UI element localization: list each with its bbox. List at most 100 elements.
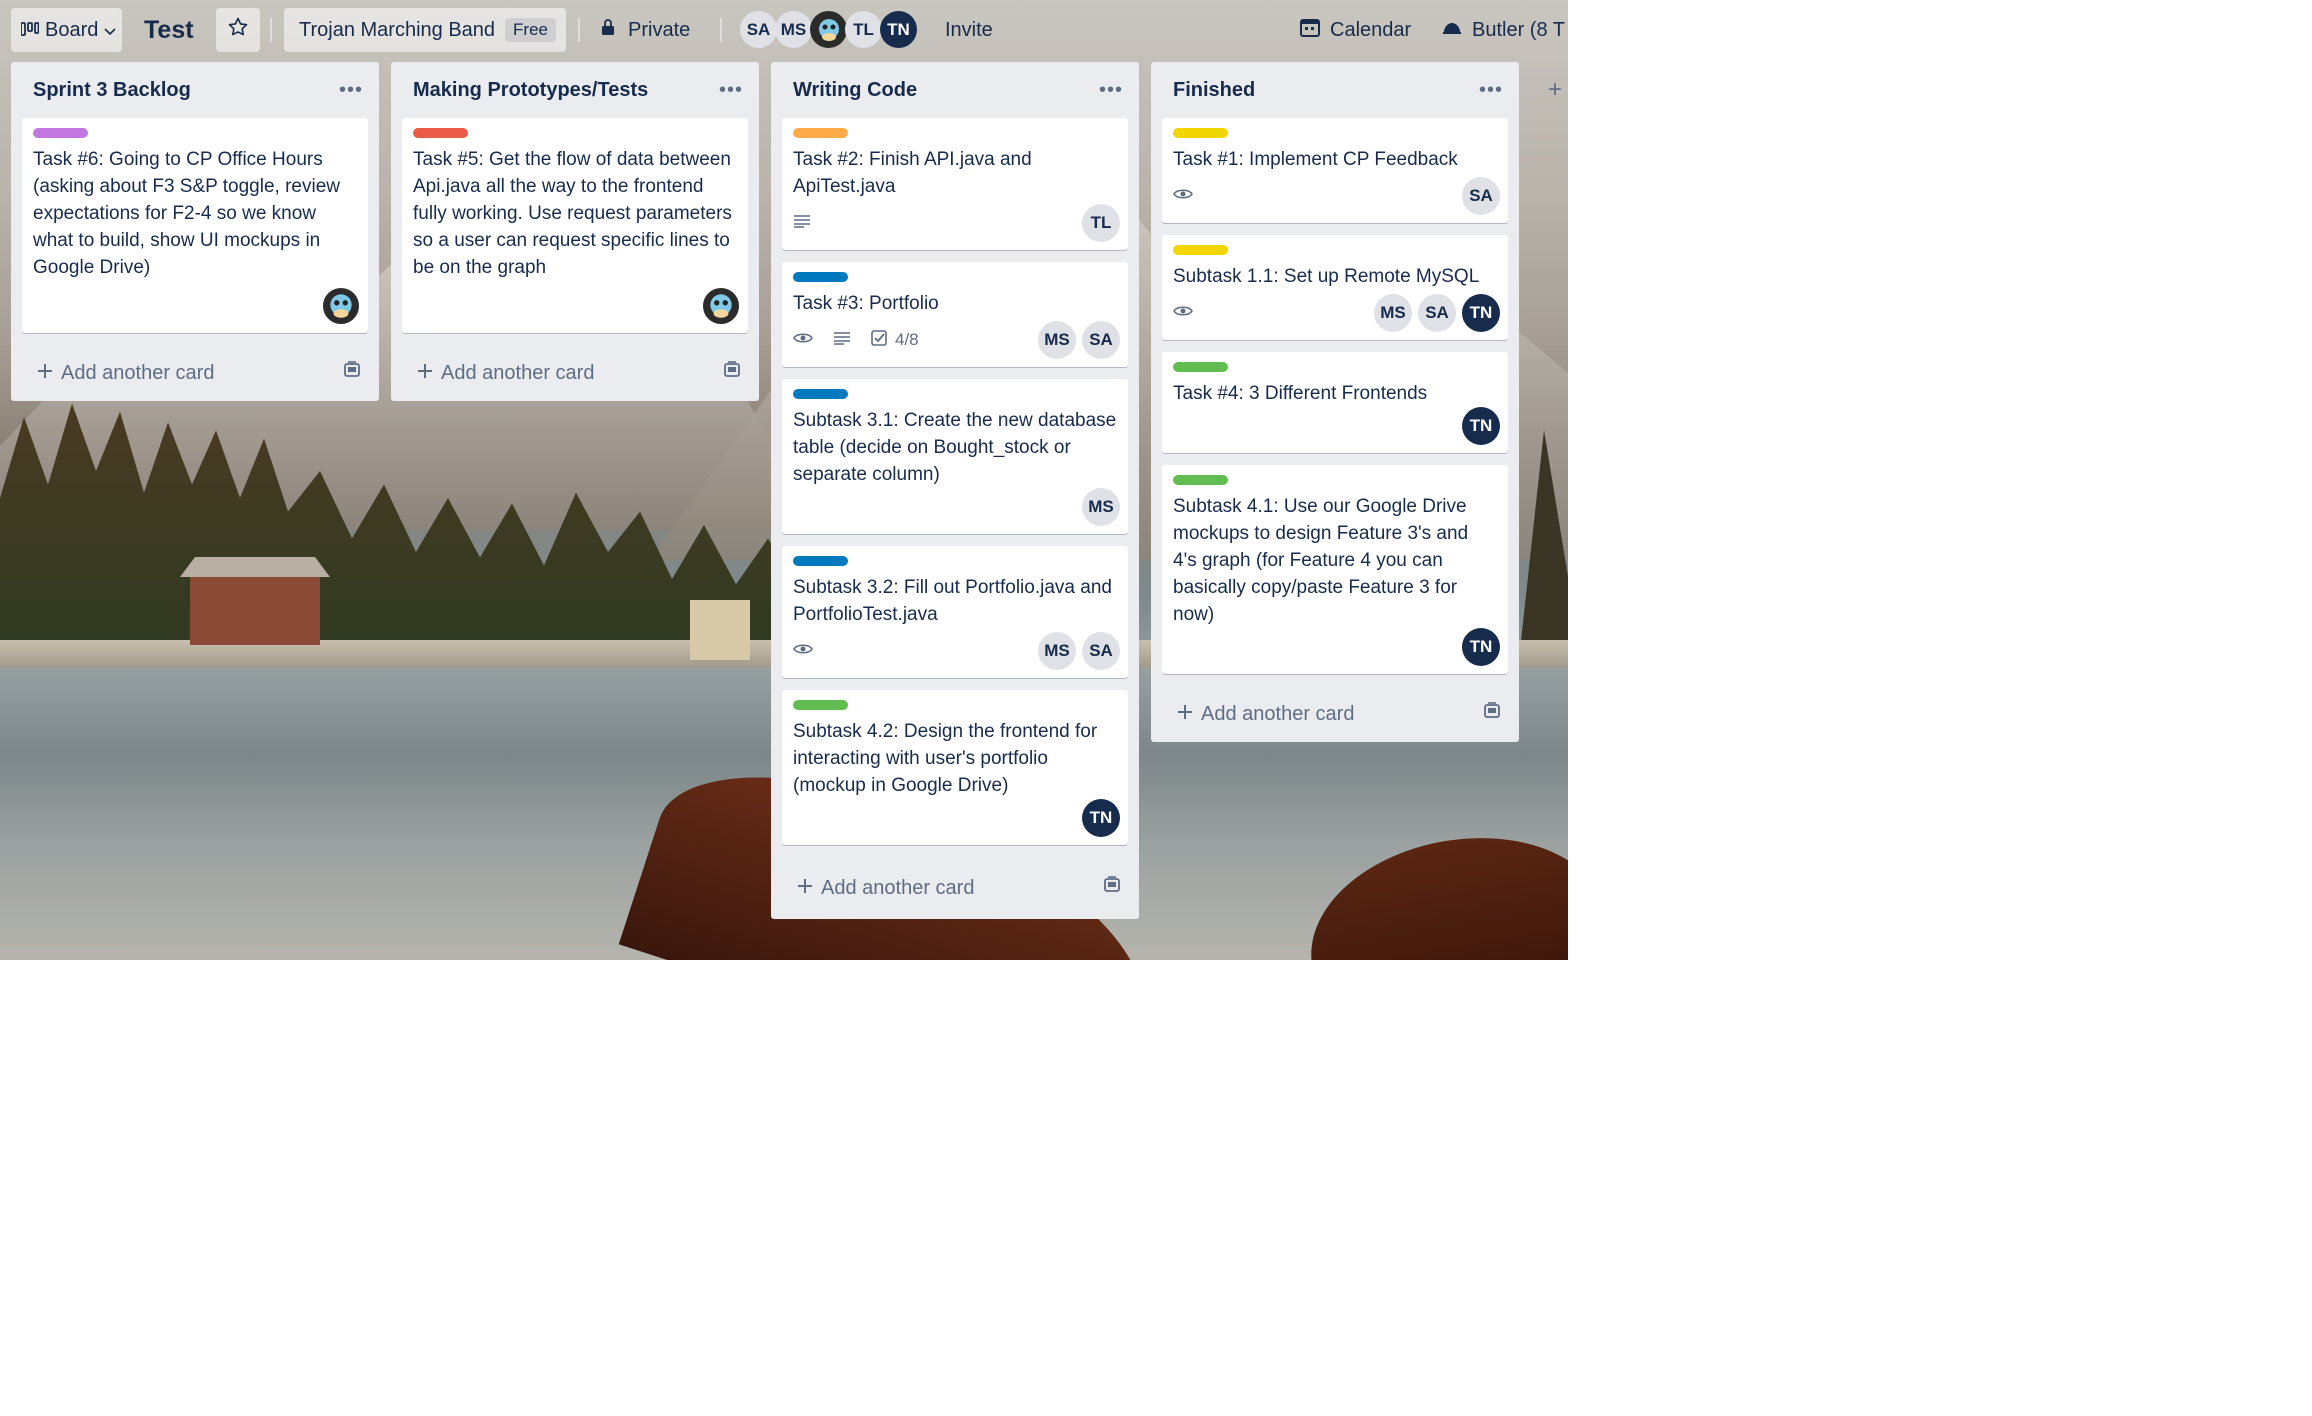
- card-title: Task #6: Going to CP Office Hours (askin…: [33, 149, 340, 278]
- add-card-button[interactable]: Add another card: [37, 362, 214, 385]
- template-icon[interactable]: [1103, 876, 1121, 900]
- lock-icon: [600, 18, 616, 42]
- list-title[interactable]: Making Prototypes/Tests: [413, 79, 648, 102]
- add-card-button[interactable]: Add another card: [417, 362, 594, 385]
- member-avatar[interactable]: MS: [1374, 294, 1412, 332]
- add-card-label: Add another card: [821, 876, 975, 899]
- calendar-powerup-button[interactable]: Calendar: [1300, 8, 1411, 52]
- card-title: Subtask 4.2: Design the frontend for int…: [793, 721, 1098, 796]
- card[interactable]: Task #6: Going to CP Office Hours (askin…: [22, 118, 368, 333]
- card[interactable]: Task #2: Finish API.java and ApiTest.jav…: [782, 118, 1128, 250]
- team-button[interactable]: Trojan Marching Band Free: [284, 8, 566, 52]
- card-label: [1173, 245, 1228, 255]
- plan-badge: Free: [505, 18, 556, 42]
- member-avatar-image[interactable]: [702, 287, 740, 325]
- member-avatar[interactable]: TN: [1462, 628, 1500, 666]
- checklist-badge: 4/8: [871, 329, 919, 351]
- card-title: Subtask 4.1: Use our Google Drive mockup…: [1173, 496, 1469, 625]
- card-label: [793, 556, 848, 566]
- member-avatar[interactable]: TN: [1082, 799, 1120, 837]
- card-title: Task #4: 3 Different Frontends: [1173, 383, 1428, 404]
- plus-icon: [37, 362, 53, 385]
- list-title[interactable]: Writing Code: [793, 79, 917, 102]
- card[interactable]: Subtask 3.1: Create the new database tab…: [782, 379, 1128, 534]
- card-label: [1173, 362, 1228, 372]
- member-avatar[interactable]: MS: [1082, 488, 1120, 526]
- star-board-button[interactable]: [216, 8, 260, 52]
- card-label: [1173, 128, 1228, 138]
- template-icon[interactable]: [1483, 702, 1501, 726]
- header-divider: [270, 18, 272, 42]
- member-avatar[interactable]: SA: [1082, 321, 1120, 359]
- board-title[interactable]: Test: [144, 8, 194, 52]
- card[interactable]: Task #1: Implement CP Feedback SA: [1162, 118, 1508, 223]
- card-title: Task #1: Implement CP Feedback: [1173, 149, 1458, 170]
- member-avatar-image[interactable]: [322, 287, 360, 325]
- board-header: Board Test Trojan Marching Band Free Pri…: [0, 0, 1568, 60]
- list-title[interactable]: Finished: [1173, 79, 1255, 102]
- card[interactable]: Task #5: Get the flow of data between Ap…: [402, 118, 748, 333]
- template-icon[interactable]: [723, 361, 741, 385]
- card[interactable]: Subtask 1.1: Set up Remote MySQL MS SA T…: [1162, 235, 1508, 340]
- member-avatar[interactable]: TN: [1462, 294, 1500, 332]
- list-title[interactable]: Sprint 3 Backlog: [33, 79, 191, 102]
- card-label: [33, 128, 88, 138]
- card-title: Subtask 3.1: Create the new database tab…: [793, 410, 1117, 485]
- board-view-switcher[interactable]: Board: [11, 8, 122, 52]
- card-title: Subtask 1.1: Set up Remote MySQL: [1173, 266, 1480, 287]
- eye-icon: [1173, 186, 1193, 206]
- card[interactable]: Task #4: 3 Different Frontends TN: [1162, 352, 1508, 453]
- butler-button[interactable]: Butler (8 T: [1442, 8, 1565, 52]
- header-divider: [720, 18, 722, 42]
- visibility-button[interactable]: Private: [600, 8, 690, 52]
- member-avatar[interactable]: SA: [1418, 294, 1456, 332]
- member-avatar-image[interactable]: [810, 11, 847, 48]
- board-view-label: Board: [45, 18, 99, 41]
- member-avatar[interactable]: TL: [845, 11, 882, 48]
- card[interactable]: Task #3: Portfolio 4/8 MS SA: [782, 262, 1128, 367]
- member-avatar[interactable]: MS: [1038, 321, 1076, 359]
- template-icon[interactable]: [343, 361, 361, 385]
- eye-icon: [1173, 303, 1193, 323]
- add-card-button[interactable]: Add another card: [797, 877, 974, 900]
- member-avatar[interactable]: TN: [1462, 407, 1500, 445]
- description-icon: [793, 213, 811, 233]
- star-icon: [228, 17, 248, 43]
- add-card-button[interactable]: Add another card: [1177, 703, 1354, 726]
- member-avatar[interactable]: MS: [775, 11, 812, 48]
- add-card-label: Add another card: [441, 361, 595, 384]
- card-title: Subtask 3.2: Fill out Portfolio.java and…: [793, 577, 1112, 625]
- member-avatar[interactable]: TL: [1082, 204, 1120, 242]
- checkbox-icon: [871, 329, 887, 351]
- card-title: Task #5: Get the flow of data between Ap…: [413, 149, 732, 278]
- member-avatar[interactable]: SA: [1462, 177, 1500, 215]
- list-finished: Finished ••• Task #1: Implement CP Feedb…: [1151, 62, 1519, 742]
- member-avatar[interactable]: TN: [880, 11, 917, 48]
- card-label: [793, 389, 848, 399]
- card[interactable]: Subtask 4.2: Design the frontend for int…: [782, 690, 1128, 845]
- list-making-prototypes-tests: Making Prototypes/Tests ••• Task #5: Get…: [391, 62, 759, 401]
- tower-building: [690, 600, 750, 660]
- add-card-label: Add another card: [61, 361, 215, 384]
- member-avatar[interactable]: SA: [1082, 632, 1120, 670]
- card[interactable]: Subtask 4.1: Use our Google Drive mockup…: [1162, 465, 1508, 674]
- more-icon[interactable]: •••: [719, 79, 743, 102]
- visibility-label: Private: [628, 18, 691, 41]
- add-list-plus-icon[interactable]: +: [1548, 76, 1562, 104]
- more-icon[interactable]: •••: [339, 79, 363, 102]
- card-title: Task #2: Finish API.java and ApiTest.jav…: [793, 149, 1032, 197]
- add-card-label: Add another card: [1201, 702, 1355, 725]
- calendar-label: Calendar: [1330, 18, 1412, 41]
- card[interactable]: Subtask 3.2: Fill out Portfolio.java and…: [782, 546, 1128, 678]
- more-icon[interactable]: •••: [1479, 79, 1503, 102]
- more-icon[interactable]: •••: [1099, 79, 1123, 102]
- plus-icon: [417, 362, 433, 385]
- invite-button[interactable]: Invite: [945, 8, 993, 52]
- member-avatar[interactable]: SA: [740, 11, 777, 48]
- list-writing-code: Writing Code ••• Task #2: Finish API.jav…: [771, 62, 1139, 919]
- chalet: [190, 575, 320, 645]
- team-name: Trojan Marching Band: [299, 18, 496, 41]
- butler-label: Butler (8 T: [1472, 18, 1565, 41]
- member-avatar[interactable]: MS: [1038, 632, 1076, 670]
- calendar-icon: [1300, 17, 1320, 43]
